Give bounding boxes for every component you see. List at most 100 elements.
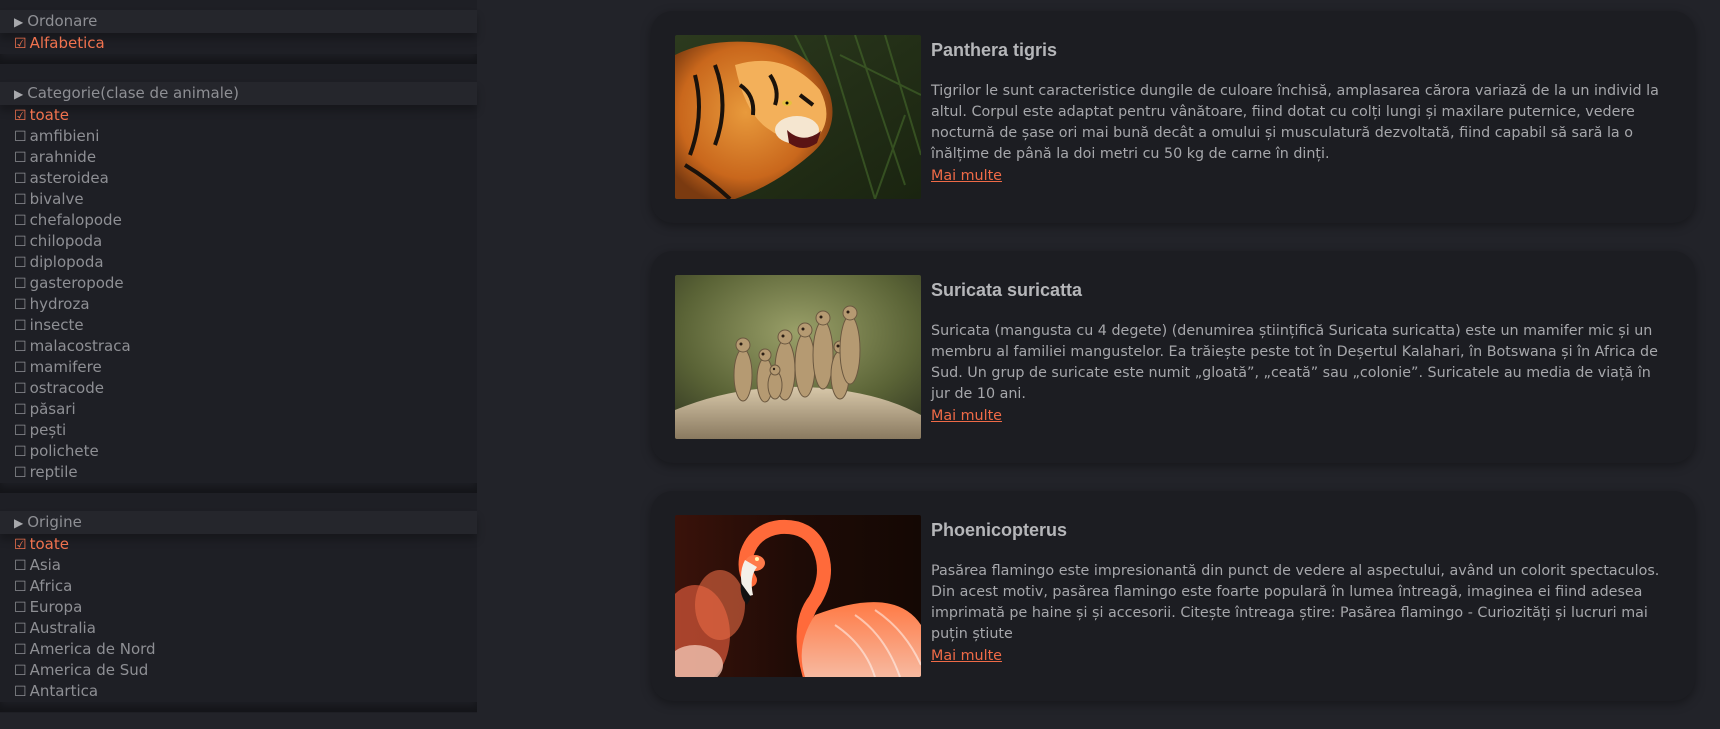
category-option[interactable]: ☑ toate <box>0 105 477 126</box>
animal-card-description: Suricata (mangusta cu 4 degete) (denumir… <box>931 323 1658 402</box>
checkbox-unchecked-icon: ☐ <box>14 381 27 397</box>
animal-photo-flamingo[interactable] <box>675 515 921 677</box>
checkbox-unchecked-icon: ☐ <box>14 318 27 334</box>
origin-option-label: Asia <box>29 556 61 574</box>
category-option-label: toate <box>29 106 69 124</box>
filter-group-header-origine[interactable]: ▶ Origine <box>0 511 477 534</box>
animal-card-description: Pasărea flamingo este impresionantă din … <box>931 563 1660 642</box>
category-option-label: arahnide <box>29 148 97 166</box>
category-option[interactable]: ☐ amfibieni <box>0 126 477 147</box>
category-option[interactable]: ☐ insecte <box>0 315 477 336</box>
origin-option-label: Africa <box>29 577 73 595</box>
category-option[interactable]: ☐ chilopoda <box>0 231 477 252</box>
checkbox-unchecked-icon: ☐ <box>14 150 27 166</box>
filter-group-title: Categorie(clase de animale) <box>27 84 239 102</box>
origin-option[interactable]: ☐ America de Sud <box>0 660 477 681</box>
category-option[interactable]: ☐ arahnide <box>0 147 477 168</box>
category-option-label: polichete <box>29 442 99 460</box>
category-option-label: ostracode <box>29 379 104 397</box>
origin-option-label: America de Nord <box>29 640 156 658</box>
checkbox-unchecked-icon: ☐ <box>14 642 27 658</box>
category-option[interactable]: ☐ hydroza <box>0 294 477 315</box>
triangle-right-icon: ▶ <box>14 15 24 29</box>
checkbox-unchecked-icon: ☐ <box>14 234 27 250</box>
checkbox-unchecked-icon: ☐ <box>14 558 27 574</box>
origin-option[interactable]: ☑ toate <box>0 534 477 555</box>
read-more-link[interactable]: Mai multe <box>931 408 1002 424</box>
checkbox-checked-icon: ☑ <box>14 36 27 52</box>
category-option[interactable]: ☐ asteroidea <box>0 168 477 189</box>
category-option-label: amfibieni <box>29 127 100 145</box>
origin-option-label: Australia <box>29 619 96 637</box>
origin-option[interactable]: ☐ America de Nord <box>0 639 477 660</box>
animal-card: Phoenicopterus Pasărea flamingo este imp… <box>651 491 1695 701</box>
origin-option[interactable]: ☐ Antartica <box>0 681 477 702</box>
checkbox-unchecked-icon: ☐ <box>14 297 27 313</box>
origin-option-label: Antartica <box>29 682 99 700</box>
filter-group-categorie: ▶ Categorie(clase de animale) ☑ toate ☐ amf… <box>0 82 477 493</box>
animal-card-title: Panthera tigris <box>931 40 1058 60</box>
category-option[interactable]: ☐ păsari <box>0 399 477 420</box>
animal-card-body: Panthera tigris Tigrilor le sunt caracte… <box>921 35 1671 199</box>
read-more-link[interactable]: Mai multe <box>931 168 1002 184</box>
category-option-label: asteroidea <box>29 169 109 187</box>
checkbox-unchecked-icon: ☐ <box>14 255 27 271</box>
origin-option[interactable]: ☐ Australia <box>0 618 477 639</box>
checkbox-unchecked-icon: ☐ <box>14 444 27 460</box>
category-option[interactable]: ☐ malacostraca <box>0 336 477 357</box>
category-option-label: chilopoda <box>29 232 103 250</box>
checkbox-unchecked-icon: ☐ <box>14 339 27 355</box>
category-option[interactable]: ☐ chefalopode <box>0 210 477 231</box>
category-option[interactable]: ☐ ostracode <box>0 378 477 399</box>
checkbox-unchecked-icon: ☐ <box>14 465 27 481</box>
triangle-right-icon: ▶ <box>14 516 24 530</box>
group-divider <box>0 702 477 712</box>
checkbox-unchecked-icon: ☐ <box>14 684 27 700</box>
filter-group-ordonare: ▶ Ordonare ☑ Alfabetica <box>0 10 477 64</box>
filter-sidebar: ▶ Ordonare ☑ Alfabetica ▶ Categorie(clase d… <box>0 0 477 713</box>
category-option[interactable]: ☐ polichete <box>0 441 477 462</box>
origin-option-label: Europa <box>29 598 83 616</box>
animal-photo-meerkats[interactable] <box>675 275 921 439</box>
checkbox-checked-icon: ☑ <box>14 108 27 124</box>
checkbox-unchecked-icon: ☐ <box>14 423 27 439</box>
sort-option-alfabetica[interactable]: ☑ Alfabetica <box>0 33 477 54</box>
filter-group-header-categorie[interactable]: ▶ Categorie(clase de animale) <box>0 82 477 105</box>
checkbox-unchecked-icon: ☐ <box>14 579 27 595</box>
group-divider <box>0 483 477 493</box>
animal-card-title: Suricata suricatta <box>931 280 1083 300</box>
category-option-label: gasteropode <box>29 274 124 292</box>
category-option[interactable]: ☐ diplopoda <box>0 252 477 273</box>
checkbox-checked-icon: ☑ <box>14 537 27 553</box>
animal-card: Suricata suricatta Suricata (mangusta cu… <box>651 251 1695 463</box>
origin-option[interactable]: ☐ Asia <box>0 555 477 576</box>
category-option[interactable]: ☐ bivalve <box>0 189 477 210</box>
checkbox-unchecked-icon: ☐ <box>14 171 27 187</box>
origin-option-label: toate <box>29 535 69 553</box>
animal-card-body: Suricata suricatta Suricata (mangusta cu… <box>921 275 1671 439</box>
filter-group-header-ordonare[interactable]: ▶ Ordonare <box>0 10 477 33</box>
sort-option-label: Alfabetica <box>29 34 105 52</box>
checkbox-unchecked-icon: ☐ <box>14 276 27 292</box>
filter-group-title: Origine <box>27 513 82 531</box>
filter-group-title: Ordonare <box>27 12 98 30</box>
category-option-label: diplopoda <box>29 253 104 271</box>
read-more-link[interactable]: Mai multe <box>931 648 1002 664</box>
category-option[interactable]: ☐ gasteropode <box>0 273 477 294</box>
category-option-label: insecte <box>29 316 84 334</box>
origin-option[interactable]: ☐ Africa <box>0 576 477 597</box>
category-option[interactable]: ☐ reptile <box>0 462 477 483</box>
category-option-label: păsari <box>29 400 76 418</box>
category-option[interactable]: ☐ pești <box>0 420 477 441</box>
animal-photo-tiger[interactable] <box>675 35 921 199</box>
group-divider <box>0 54 477 64</box>
category-option-label: mamifere <box>29 358 102 376</box>
category-option-label: malacostraca <box>29 337 131 355</box>
checkbox-unchecked-icon: ☐ <box>14 360 27 376</box>
animal-card-list: Panthera tigris Tigrilor le sunt caracte… <box>651 11 1695 729</box>
category-option[interactable]: ☐ mamifere <box>0 357 477 378</box>
category-option-label: pești <box>29 421 67 439</box>
category-option-label: chefalopode <box>29 211 122 229</box>
origin-option[interactable]: ☐ Europa <box>0 597 477 618</box>
checkbox-unchecked-icon: ☐ <box>14 600 27 616</box>
